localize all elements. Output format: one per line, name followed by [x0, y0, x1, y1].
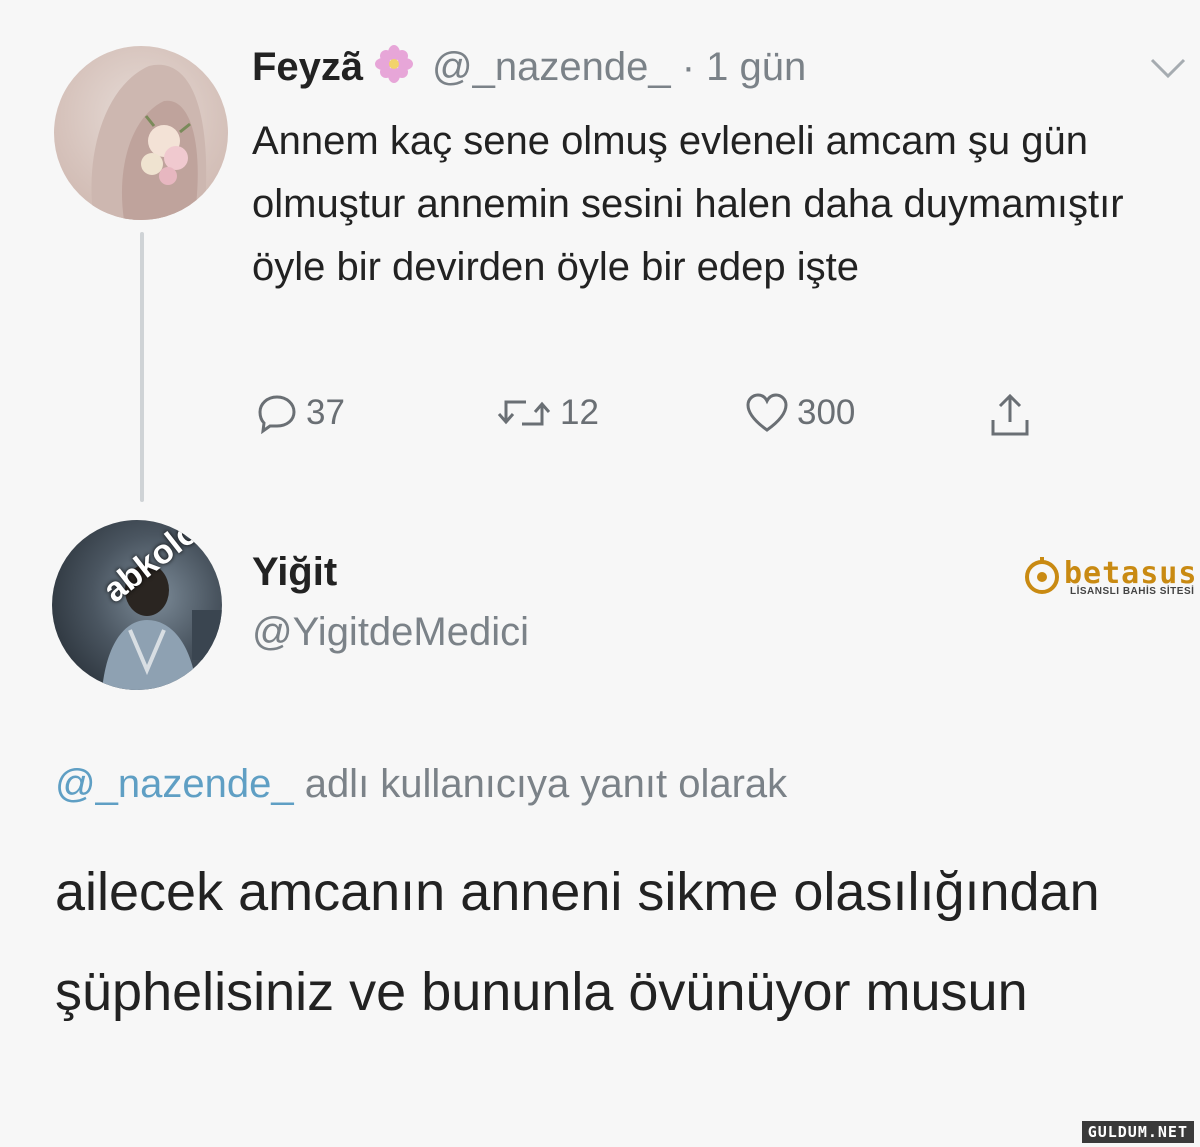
reply-count: 37	[306, 393, 345, 432]
brand-logo-tagline: LİSANSLI BAHİS SİTESİ	[1070, 586, 1195, 597]
avatar-image	[91, 64, 207, 220]
like-count: 300	[797, 393, 856, 432]
mention-link[interactable]: @_nazende_	[55, 762, 294, 806]
author-name-text: Feyzã	[252, 45, 364, 89]
handle-and-time[interactable]: @_nazende_ · 1 gün	[432, 45, 806, 90]
avatar-feyza[interactable]	[54, 46, 228, 220]
brand-logo-icon	[1024, 555, 1060, 600]
avatar-yigit[interactable]: abkoloji	[52, 520, 222, 690]
replying-to: @_nazende_ adlı kullanıcıya yanıt olarak	[55, 762, 787, 807]
chevron-down-icon[interactable]	[1148, 56, 1188, 85]
retweet-count: 12	[560, 393, 599, 432]
flower-icon	[375, 45, 414, 83]
reply-author-name[interactable]: Yiğit	[252, 550, 337, 595]
author-name[interactable]: Feyzã	[252, 44, 414, 90]
watermark: GULDUM.NET	[1081, 1121, 1194, 1143]
tweet-text: Annem kaç sene olmuş evleneli amcam şu g…	[252, 119, 1124, 289]
reply-button[interactable]: 37	[256, 392, 345, 434]
like-button[interactable]: 300	[745, 392, 855, 434]
reply-author-handle[interactable]: @YigitdeMedici	[252, 610, 529, 655]
share-button[interactable]	[988, 392, 1032, 438]
reply-icon	[258, 395, 296, 434]
retweet-button[interactable]: 12	[496, 392, 599, 434]
heart-icon	[746, 393, 788, 432]
share-icon	[991, 393, 1029, 436]
retweet-icon	[497, 400, 551, 426]
reply-text: ailecek amcanın anneni sikme olasılığınd…	[55, 862, 1100, 1022]
thread-connector	[140, 232, 144, 502]
replying-suffix: adlı kullanıcıya yanıt olarak	[293, 762, 788, 806]
